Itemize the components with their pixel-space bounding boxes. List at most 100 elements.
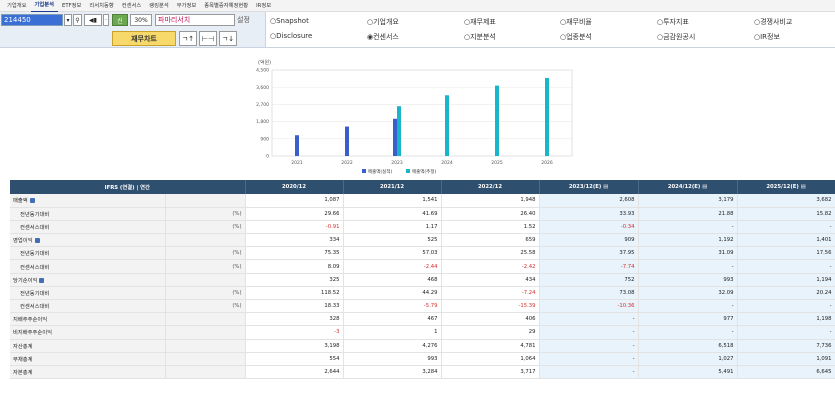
x-tick-label: 2021	[291, 160, 303, 166]
column-header: 2023/12(E) ▤	[539, 180, 639, 194]
table-cell: 1,198	[737, 312, 835, 327]
column-header: 2022/12	[441, 180, 540, 194]
table-cell: 31.09	[638, 246, 738, 261]
nav-item-extra-info[interactable]: 부가정보	[173, 0, 201, 12]
table-cell: -	[539, 352, 639, 366]
column-header: 2020/12	[245, 180, 344, 194]
row-unit: (%)	[165, 220, 246, 235]
table-header-label: IFRS (연결) | 연간	[10, 180, 246, 194]
company-name-field[interactable]: 파마리서치	[155, 14, 235, 26]
row-label-text: 컨센서스대비	[20, 304, 50, 311]
nav-item-company-overview[interactable]: 기업개요	[3, 0, 31, 12]
nav-item-ir[interactable]: IR정보	[252, 0, 275, 12]
financial-table: IFRS (연결) | 연간 2020/12 2021/12 2022/12 2…	[10, 180, 835, 380]
row-label-text: 전년동기대비	[20, 211, 50, 218]
top-nav: 기업개요 기업분석 ETF정보 리서치동향 컨센서스 랭킹분석 부가정보 종목별…	[0, 0, 835, 12]
row-unit	[165, 325, 246, 340]
expand-row-icon[interactable]	[34, 238, 40, 244]
radio-consensus[interactable]: ◉컨센서스	[367, 32, 399, 42]
table-cell: -	[539, 365, 639, 380]
view-radio-panel: ○Snapshot ○기업개요 ○재무제표 ○재무비율 ○투자지표 ○경쟁사비교…	[265, 12, 835, 48]
table-cell: -	[737, 325, 835, 340]
table-cell: 26.40	[441, 207, 540, 221]
plot-area	[271, 69, 573, 157]
row-label-text: 비지배주주순이익	[13, 330, 52, 337]
chart-unit-label: (억원)	[258, 59, 271, 66]
table-row: 지배주주순이익 328 467 406-977 1,198	[10, 312, 835, 327]
radio-investment-index[interactable]: ○투자지표	[657, 17, 689, 27]
nav-item-consensus[interactable]: 컨센서스	[118, 0, 146, 12]
table-cell: -0.91	[245, 220, 344, 235]
table-cell: -	[737, 299, 835, 314]
financial-chart-button[interactable]: 재무차트	[112, 31, 176, 46]
column-header: 2021/12	[343, 180, 442, 194]
table-cell: 17.56	[737, 246, 835, 261]
table-cell: 75.35	[245, 246, 344, 261]
new-badge-button[interactable]: 신	[112, 14, 128, 26]
row-label-text: 컨센서스대비	[20, 264, 50, 271]
table-cell: 15.82	[737, 207, 835, 221]
expand-icon[interactable]: ⊢⊣	[199, 31, 217, 46]
column-header: 2024/12(E) ▤	[638, 180, 738, 194]
estimate-icon: ▤	[702, 184, 708, 190]
row-label: 전년동기대비	[10, 207, 166, 221]
row-label: 비지배주주순이익	[10, 325, 166, 340]
radio-ir-info[interactable]: ○IR정보	[754, 32, 780, 42]
table-cell: -10.36	[539, 299, 639, 314]
dropdown-arrow-icon[interactable]: ▾	[64, 14, 72, 26]
table-cell: 1,192	[638, 233, 738, 248]
expand-row-icon[interactable]	[29, 198, 35, 204]
x-tick-label: 2025	[491, 160, 503, 166]
settings-label[interactable]: 설정	[237, 15, 250, 25]
row-label: 컨센서스대비	[10, 259, 166, 274]
y-tick-label: 3,600	[256, 85, 269, 91]
nav-item-company-analysis[interactable]: 기업분석	[30, 0, 58, 12]
table-cell: 20.24	[737, 286, 835, 301]
table-cell: 18.33	[245, 299, 344, 314]
table-cell: 1,091	[737, 352, 835, 366]
table-cell: -	[539, 325, 639, 340]
radio-financial-statements[interactable]: ○재무제표	[464, 17, 496, 27]
ratio-button[interactable]: 30%	[130, 14, 152, 26]
stock-code-input[interactable]: 214450	[1, 14, 63, 26]
table-cell: -0.34	[539, 220, 639, 235]
radio-ownership[interactable]: ○지분분석	[464, 32, 496, 42]
radio-snapshot[interactable]: ○Snapshot	[270, 17, 309, 25]
nav-item-research[interactable]: 리서치동향	[85, 0, 117, 12]
table-cell: 1,948	[441, 194, 540, 208]
row-label: 전년동기대비	[10, 246, 166, 261]
nav-item-capital-increase[interactable]: 종목별증자예정현황	[200, 0, 252, 12]
table-cell: 334	[245, 233, 344, 248]
row-label: 영업이익	[10, 233, 166, 248]
search-icon[interactable]: ⚲	[73, 14, 82, 26]
radio-industry[interactable]: ○업종분석	[560, 32, 592, 42]
table-cell: 21.88	[638, 207, 738, 221]
table-row: 전년동기대비 (%) 29.66 41.69 26.40 33.93 21.88 15.82	[10, 207, 835, 221]
radio-disclosure[interactable]: ○Disclosure	[270, 32, 312, 40]
row-label: 매출액	[10, 194, 166, 208]
table-cell: 3,179	[638, 194, 738, 208]
row-unit	[165, 352, 246, 366]
expand-row-icon[interactable]	[39, 277, 45, 283]
table-cell: 2,644	[245, 365, 344, 380]
table-cell: 659	[441, 233, 540, 248]
collapse-icon[interactable]: ㄱ↓	[219, 31, 237, 46]
radio-fss-disclosure[interactable]: ○금감원공시	[657, 32, 695, 42]
radio-competitor[interactable]: ○경쟁사비교	[754, 17, 792, 27]
table-cell: 1,401	[737, 233, 835, 248]
minus-icon[interactable]: ·	[103, 14, 109, 26]
radio-financial-ratio[interactable]: ○재무비율	[560, 17, 592, 27]
table-cell: 328	[245, 312, 344, 327]
nav-item-etf[interactable]: ETF정보	[58, 0, 85, 12]
nav-item-ranking[interactable]: 랭킹분석	[145, 0, 173, 12]
estimate-icon: ▤	[603, 184, 609, 190]
row-label: 지배주주순이익	[10, 312, 166, 327]
speaker-icon[interactable]: ◀▮	[84, 14, 102, 26]
resize-icon[interactable]: ㄱ↑	[179, 31, 197, 46]
x-tick-label: 2026	[541, 160, 553, 166]
table-cell: 1,087	[245, 194, 344, 208]
y-tick-label: 0	[266, 154, 269, 160]
table-cell: 554	[245, 352, 344, 366]
radio-company-overview[interactable]: ○기업개요	[367, 17, 399, 27]
table-cell: 5,491	[638, 365, 738, 380]
